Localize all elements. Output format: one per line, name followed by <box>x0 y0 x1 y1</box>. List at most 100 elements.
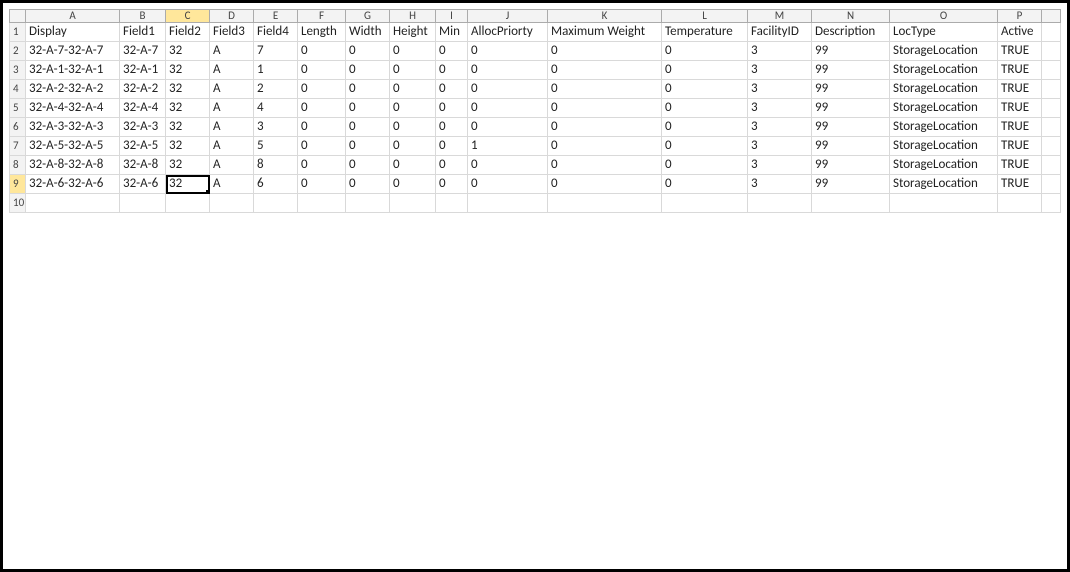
cell[interactable]: 32 <box>166 61 210 80</box>
cell[interactable]: 32-A-8 <box>120 156 166 175</box>
cell[interactable]: 32-A-6 <box>120 175 166 194</box>
col-header-H[interactable]: H <box>390 10 436 23</box>
cell[interactable]: TRUE <box>998 80 1042 99</box>
cell[interactable]: TRUE <box>998 156 1042 175</box>
spreadsheet-grid[interactable]: A B C D E F G H I J K L M N O P 1 <box>9 9 1061 563</box>
cell[interactable]: 32 <box>166 118 210 137</box>
cell[interactable]: 0 <box>390 99 436 118</box>
col-header-K[interactable]: K <box>548 10 662 23</box>
cell[interactable]: 3 <box>748 80 812 99</box>
cell[interactable]: 1 <box>254 61 298 80</box>
cell[interactable]: 0 <box>390 156 436 175</box>
col-header-O[interactable]: O <box>890 10 998 23</box>
col-header-E[interactable]: E <box>254 10 298 23</box>
cell[interactable]: 0 <box>346 175 390 194</box>
cell[interactable]: 0 <box>346 137 390 156</box>
cell[interactable]: FacilityID <box>748 23 812 42</box>
col-header-F[interactable]: F <box>298 10 346 23</box>
cell[interactable]: 32-A-2-32-A-2 <box>26 80 120 99</box>
cell[interactable]: Description <box>812 23 890 42</box>
col-header-L[interactable]: L <box>662 10 748 23</box>
cell[interactable] <box>1042 23 1061 42</box>
cell[interactable]: 32-A-7-32-A-7 <box>26 42 120 61</box>
cell[interactable]: 3 <box>748 175 812 194</box>
cell[interactable]: 0 <box>298 99 346 118</box>
cell[interactable] <box>662 194 748 213</box>
cell[interactable] <box>890 194 998 213</box>
cell[interactable]: StorageLocation <box>890 156 998 175</box>
cell[interactable] <box>210 194 254 213</box>
cell[interactable] <box>468 194 548 213</box>
cell[interactable]: 32-A-5 <box>120 137 166 156</box>
cell[interactable] <box>346 194 390 213</box>
row-header[interactable]: 6 <box>10 118 26 137</box>
cell[interactable]: 8 <box>254 156 298 175</box>
cell[interactable]: 0 <box>548 80 662 99</box>
cell[interactable]: TRUE <box>998 99 1042 118</box>
cell[interactable]: 99 <box>812 42 890 61</box>
row-header[interactable]: 5 <box>10 99 26 118</box>
cell[interactable]: 0 <box>346 80 390 99</box>
cell[interactable]: 0 <box>548 61 662 80</box>
cell[interactable]: StorageLocation <box>890 61 998 80</box>
cell[interactable] <box>1042 118 1061 137</box>
cell[interactable]: Width <box>346 23 390 42</box>
cell[interactable]: 0 <box>662 137 748 156</box>
cell[interactable]: 0 <box>298 137 346 156</box>
cell[interactable]: 32-A-1-32-A-1 <box>26 61 120 80</box>
col-header-J[interactable]: J <box>468 10 548 23</box>
cell[interactable]: A <box>210 42 254 61</box>
cell[interactable]: 32 <box>166 42 210 61</box>
cell[interactable]: Maximum Weight <box>548 23 662 42</box>
cell[interactable]: Min <box>436 23 468 42</box>
cell[interactable] <box>1042 80 1061 99</box>
cell[interactable]: 0 <box>436 42 468 61</box>
cell[interactable]: 6 <box>254 175 298 194</box>
cell[interactable]: 32-A-2 <box>120 80 166 99</box>
cell[interactable]: 0 <box>390 175 436 194</box>
cell[interactable]: 99 <box>812 80 890 99</box>
cell[interactable]: 32 <box>166 156 210 175</box>
cell[interactable]: Temperature <box>662 23 748 42</box>
cell[interactable]: A <box>210 118 254 137</box>
col-header-P[interactable]: P <box>998 10 1042 23</box>
row-header[interactable]: 9 <box>10 175 26 194</box>
cell[interactable]: 32-A-7 <box>120 42 166 61</box>
cell[interactable] <box>1042 137 1061 156</box>
cell[interactable]: StorageLocation <box>890 118 998 137</box>
cell[interactable]: 32-A-1 <box>120 61 166 80</box>
cell[interactable]: 32 <box>166 80 210 99</box>
cell[interactable]: 32-A-6-32-A-6 <box>26 175 120 194</box>
cell[interactable] <box>998 194 1042 213</box>
col-header-C[interactable]: C <box>166 10 210 23</box>
cell[interactable]: 0 <box>662 175 748 194</box>
cell[interactable]: 0 <box>468 118 548 137</box>
cell[interactable]: 4 <box>254 99 298 118</box>
col-header-A[interactable]: A <box>26 10 120 23</box>
row-header[interactable]: 2 <box>10 42 26 61</box>
cell[interactable] <box>26 194 120 213</box>
cell[interactable]: TRUE <box>998 137 1042 156</box>
cell[interactable]: 0 <box>298 61 346 80</box>
cell[interactable]: 3 <box>748 42 812 61</box>
row-header-1[interactable]: 1 <box>10 23 26 42</box>
cell[interactable] <box>1042 61 1061 80</box>
cell[interactable]: 3 <box>748 156 812 175</box>
col-header-I[interactable]: I <box>436 10 468 23</box>
cell[interactable]: 7 <box>254 42 298 61</box>
cell[interactable]: A <box>210 99 254 118</box>
cell[interactable] <box>1042 175 1061 194</box>
cell[interactable]: 99 <box>812 137 890 156</box>
cell[interactable]: TRUE <box>998 175 1042 194</box>
cell[interactable]: 5 <box>254 137 298 156</box>
cell[interactable] <box>748 194 812 213</box>
cell[interactable]: 2 <box>254 80 298 99</box>
cell[interactable]: 0 <box>298 175 346 194</box>
cell[interactable]: 0 <box>436 175 468 194</box>
cell[interactable]: 0 <box>548 42 662 61</box>
cell[interactable] <box>390 194 436 213</box>
col-header-N[interactable]: N <box>812 10 890 23</box>
cell[interactable]: 0 <box>662 61 748 80</box>
cell[interactable] <box>436 194 468 213</box>
cell[interactable]: 0 <box>662 42 748 61</box>
